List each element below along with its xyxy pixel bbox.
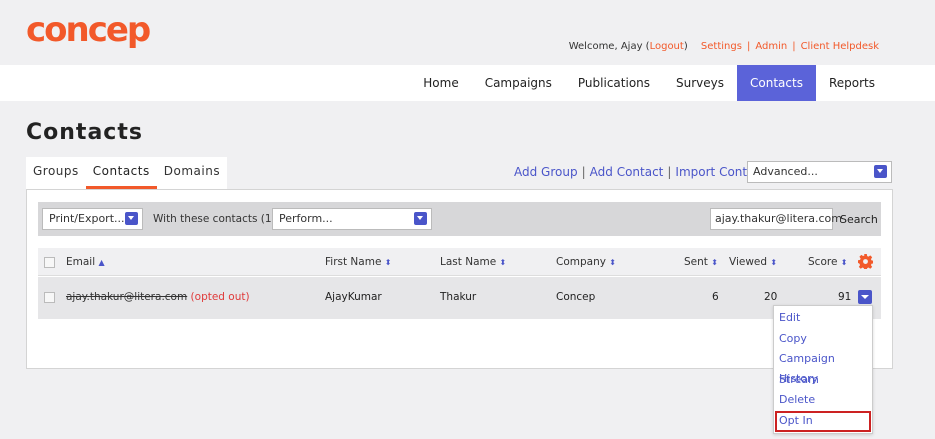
menu-item-edit[interactable]: Edit — [774, 308, 872, 329]
chevron-down-icon[interactable] — [414, 212, 427, 225]
column-last-name[interactable]: Last Name ⬍ — [440, 256, 506, 268]
email-cell[interactable]: ajay.thakur@litera.com (opted out) — [66, 291, 250, 303]
opted-out-status: (opted out) — [190, 291, 250, 303]
client-helpdesk-link[interactable]: Client Helpdesk — [801, 41, 879, 52]
column-viewed[interactable]: Viewed ⬍ — [729, 256, 777, 268]
tab-domains[interactable]: Domains — [157, 157, 227, 189]
main-nav-bar: Home Campaigns Publications Surveys Cont… — [0, 65, 935, 101]
menu-item-opt-in[interactable]: Opt In — [775, 410, 871, 432]
column-sent-label: Sent — [684, 256, 708, 268]
column-company[interactable]: Company ⬍ — [556, 256, 616, 268]
nav-campaigns[interactable]: Campaigns — [472, 65, 565, 101]
nav-surveys[interactable]: Surveys — [663, 65, 737, 101]
nav-publications[interactable]: Publications — [565, 65, 663, 101]
last-name-cell: Thakur — [440, 291, 477, 303]
menu-item-campaign-history[interactable]: Campaign History — [774, 349, 872, 385]
column-company-label: Company — [556, 256, 606, 268]
welcome-close: ) — [683, 41, 688, 52]
sort-asc-icon: ▲ — [98, 258, 105, 267]
sent-cell: 6 — [712, 291, 719, 303]
perform-select[interactable]: Perform... — [272, 208, 432, 230]
print-export-select[interactable]: Print/Export... — [42, 208, 143, 230]
add-contact-link[interactable]: Add Contact — [590, 165, 664, 179]
logout-link[interactable]: Logout — [650, 41, 684, 52]
welcome-text: Welcome, Ajay ( — [568, 41, 650, 52]
email-value: ajay.thakur@litera.com — [66, 291, 188, 303]
sort-icon: ⬍ — [840, 258, 848, 267]
menu-item-delete[interactable]: Delete — [774, 390, 872, 411]
column-viewed-label: Viewed — [729, 256, 768, 268]
sort-icon: ⬍ — [384, 258, 392, 267]
score-cell: 91 — [838, 291, 852, 303]
tab-groups[interactable]: Groups — [26, 157, 86, 189]
divider: | — [792, 41, 796, 52]
column-last-name-label: Last Name — [440, 256, 497, 268]
sort-icon: ⬍ — [609, 258, 616, 267]
perform-value: Perform... — [279, 212, 333, 225]
column-sent[interactable]: Sent ⬍ — [684, 256, 718, 268]
company-cell: Concep — [556, 291, 596, 303]
column-email[interactable]: Email ▲ — [66, 256, 105, 268]
row-actions-menu: Edit Copy Campaign History Stream Delete… — [773, 305, 873, 434]
advanced-select-value: Advanced... — [753, 165, 818, 178]
row-checkbox[interactable] — [44, 292, 55, 303]
divider: | — [667, 165, 672, 179]
sort-icon: ⬍ — [499, 258, 507, 267]
select-all-checkbox[interactable] — [44, 257, 55, 268]
divider: | — [581, 165, 586, 179]
column-first-name[interactable]: First Name ⬍ — [325, 256, 391, 268]
contacts-tabs: Groups Contacts Domains — [26, 157, 228, 189]
gear-icon[interactable] — [858, 254, 873, 269]
print-export-value: Print/Export... — [49, 212, 125, 225]
nav-contacts[interactable]: Contacts — [737, 65, 816, 101]
search-button[interactable]: Search — [840, 213, 878, 226]
nav-reports[interactable]: Reports — [816, 65, 888, 101]
column-score[interactable]: Score ⬍ — [808, 256, 847, 268]
chevron-down-icon[interactable] — [874, 165, 887, 178]
add-group-link[interactable]: Add Group — [514, 165, 578, 179]
user-links: Welcome, Ajay (Logout) Settings | Admin | Cl… — [569, 41, 879, 52]
main-nav: Home Campaigns Publications Surveys Cont… — [410, 65, 888, 101]
divider: | — [746, 41, 751, 52]
chevron-down-icon[interactable] — [125, 212, 138, 225]
column-first-name-label: First Name — [325, 256, 382, 268]
row-actions-button[interactable] — [858, 290, 872, 304]
page-title: Contacts — [26, 120, 143, 145]
admin-link[interactable]: Admin — [755, 41, 787, 52]
settings-link[interactable]: Settings — [701, 41, 742, 52]
search-input[interactable]: ajay.thakur@litera.com — [710, 208, 842, 230]
with-contacts-label: With these contacts (1): — [153, 213, 280, 225]
contact-actions: Add Group|Add Contact|Import Contacts| — [514, 165, 784, 179]
column-email-label: Email — [66, 256, 96, 268]
top-header: concep Welcome, Ajay (Logout) Settings | A… — [0, 0, 935, 65]
column-score-label: Score — [808, 256, 838, 268]
table-row[interactable]: ajay.thakur@litera.com (opted out) AjayK… — [38, 277, 881, 319]
menu-item-copy[interactable]: Copy — [774, 329, 872, 350]
concep-logo[interactable]: concep — [26, 10, 151, 50]
nav-home[interactable]: Home — [410, 65, 471, 101]
sort-icon: ⬍ — [770, 258, 778, 267]
tab-contacts[interactable]: Contacts — [85, 157, 157, 189]
sort-icon: ⬍ — [711, 258, 718, 267]
table-header: Email ▲ First Name ⬍ Last Name ⬍ Company… — [38, 248, 881, 276]
advanced-select[interactable]: Advanced... — [747, 161, 892, 183]
menu-item-stream[interactable]: Stream — [774, 370, 872, 391]
first-name-cell: AjayKumar — [325, 291, 382, 303]
viewed-cell: 20 — [764, 291, 778, 303]
